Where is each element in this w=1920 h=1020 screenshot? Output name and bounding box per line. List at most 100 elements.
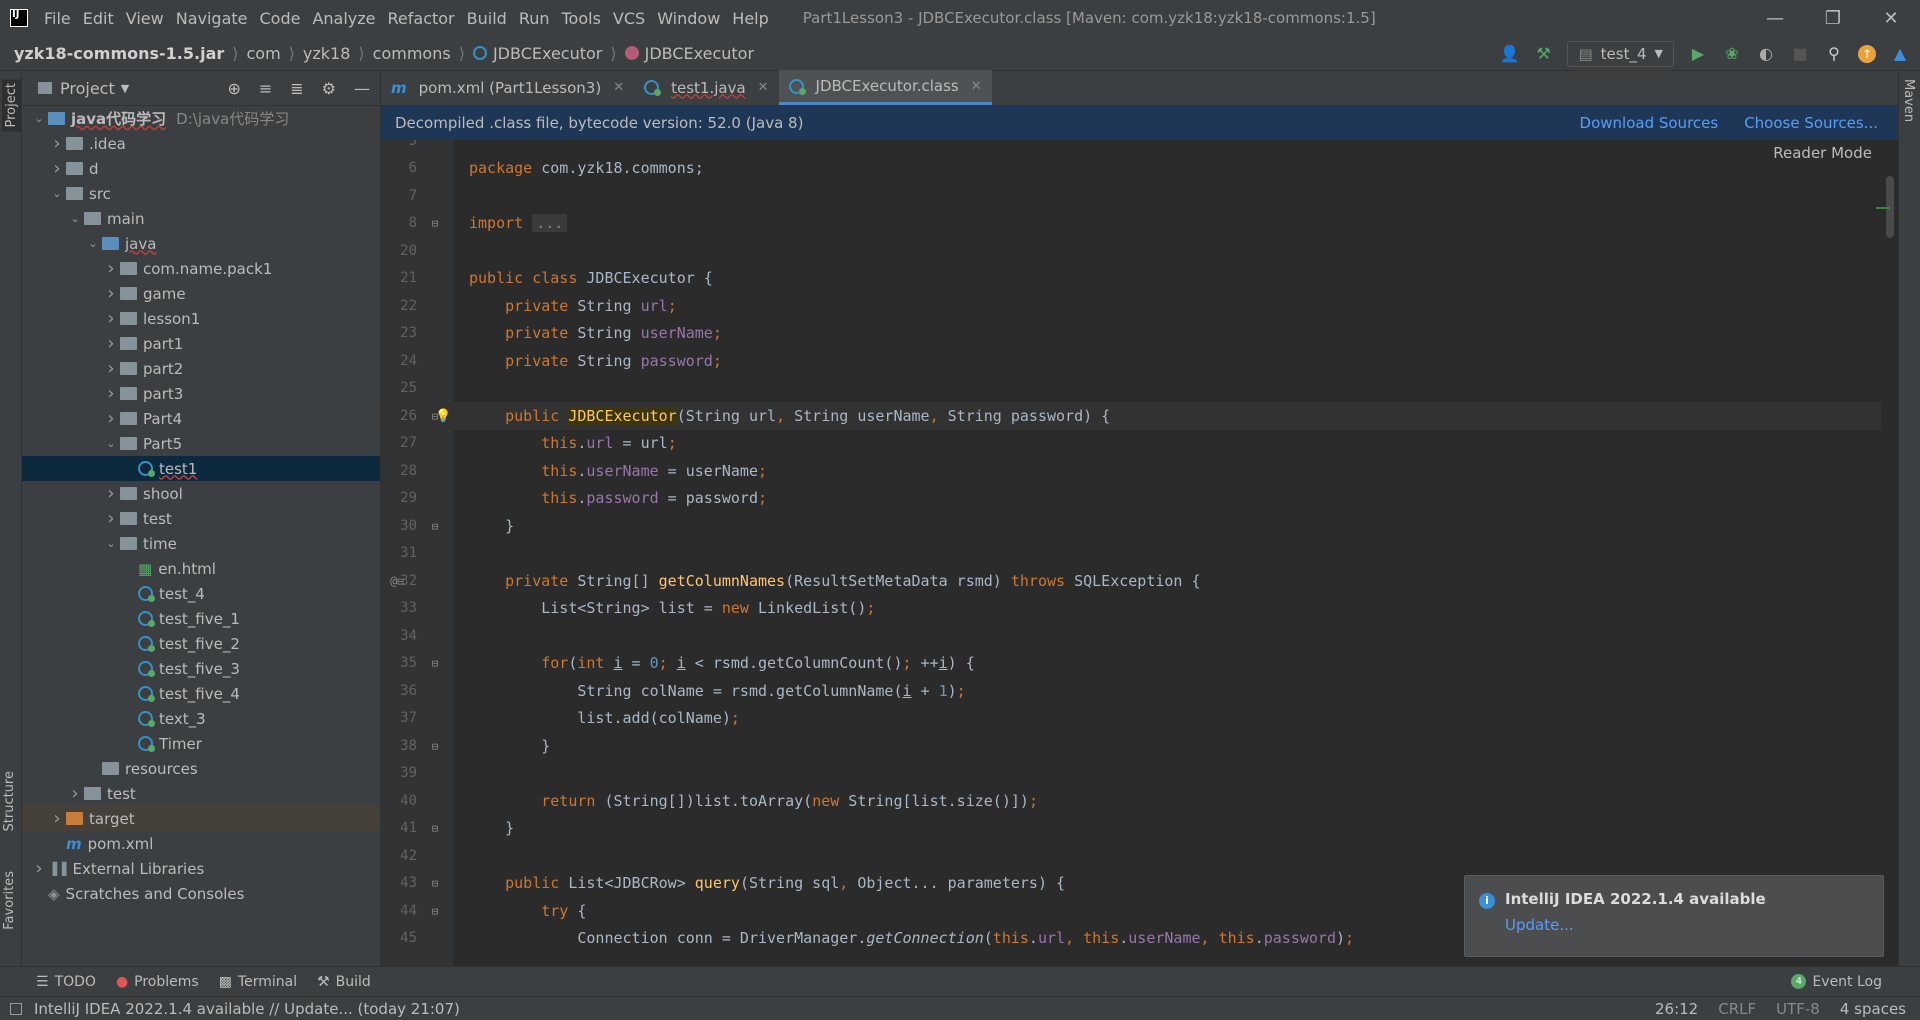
tree-item-package[interactable]: › test	[22, 506, 380, 531]
tree-item-package[interactable]: › lesson1	[22, 306, 380, 331]
breadcrumb-item[interactable]: JDBCExecutor	[472, 44, 602, 63]
chevron-right-icon[interactable]: ›	[102, 258, 120, 279]
chevron-down-icon[interactable]: ▼	[121, 82, 129, 95]
line-separator[interactable]: CRLF	[1718, 1000, 1756, 1018]
build-tool[interactable]: ⚒ Build	[317, 974, 371, 990]
chevron-right-icon[interactable]: ›	[66, 783, 84, 804]
tree-item-package[interactable]: ⌄ Part5	[22, 431, 380, 456]
chevron-down-icon[interactable]: ⌄	[102, 437, 120, 450]
menu-tools[interactable]: Tools	[556, 9, 607, 28]
tree-item-folder[interactable]: ⌄ src	[22, 181, 380, 206]
plugin-icon[interactable]: ▲	[1890, 44, 1910, 64]
event-log-tool[interactable]: 4 Event Log	[1791, 974, 1882, 990]
gear-icon[interactable]: ⚙	[322, 79, 336, 98]
tree-item-folder[interactable]: › .idea	[22, 131, 380, 156]
menu-refactor[interactable]: Refactor	[382, 9, 461, 28]
chevron-right-icon[interactable]: ›	[48, 158, 66, 179]
todo-tool[interactable]: ☰ TODO	[36, 974, 96, 990]
menu-build[interactable]: Build	[461, 9, 513, 28]
chevron-right-icon[interactable]: ›	[48, 133, 66, 154]
breadcrumb-item[interactable]: commons	[373, 44, 451, 63]
fold-icon[interactable]: ⊟	[432, 217, 439, 230]
tree-item-folder[interactable]: ⌄ main	[22, 206, 380, 231]
fold-icon[interactable]: ⊟	[432, 905, 439, 918]
chevron-right-icon[interactable]: ›	[48, 808, 66, 829]
build-hammer-icon[interactable]: ⚒	[1533, 44, 1553, 64]
breadcrumb-item[interactable]: yzk18	[303, 44, 351, 63]
stop-icon[interactable]: ■	[1790, 44, 1810, 64]
code-editor[interactable]: 5 6 package com.yzk18.commons; 7 8 ⊟ import ..…	[381, 140, 1898, 966]
fold-icon[interactable]: ⊟	[432, 877, 439, 890]
menu-code[interactable]: Code	[254, 9, 307, 28]
menu-view[interactable]: View	[120, 9, 170, 28]
debug-icon[interactable]: ❀	[1722, 44, 1742, 64]
chevron-down-icon[interactable]: ⌄	[84, 237, 102, 250]
fold-icon[interactable]: ⊟	[432, 520, 439, 533]
menu-edit[interactable]: Edit	[77, 9, 120, 28]
close-icon[interactable]: ✕	[758, 80, 769, 95]
menu-window[interactable]: Window	[651, 9, 726, 28]
editor-tab[interactable]: JDBCExecutor.class ✕	[778, 70, 992, 105]
status-message[interactable]: IntelliJ IDEA 2022.1.4 available // Upda…	[34, 1000, 460, 1018]
fold-icon[interactable]: ⊟	[397, 575, 404, 588]
tree-item-package[interactable]: ⌄ time	[22, 531, 380, 556]
tree-item-package[interactable]: › shool	[22, 481, 380, 506]
fold-icon[interactable]: ⊟	[432, 822, 439, 835]
file-encoding[interactable]: UTF-8	[1776, 1000, 1820, 1018]
hide-icon[interactable]: —	[354, 79, 370, 98]
minimize-button[interactable]: —	[1746, 0, 1804, 36]
tree-item-scratch[interactable]: ◈ Scratches and Consoles	[22, 881, 380, 906]
tree-item-lib[interactable]: › ▐▐ External Libraries	[22, 856, 380, 881]
tree-item-class[interactable]: Timer	[22, 731, 380, 756]
chevron-right-icon[interactable]: ›	[102, 483, 120, 504]
problems-tool[interactable]: ● Problems	[116, 974, 199, 990]
chevron-right-icon[interactable]: ›	[102, 508, 120, 529]
chevron-right-icon[interactable]: ›	[102, 283, 120, 304]
collapse-all-icon[interactable]: ≣	[290, 79, 303, 98]
tree-item-html[interactable]: ▦ en.html	[22, 556, 380, 581]
tree-item-module[interactable]: ⌄ java代码学习 D:\java代码学习	[22, 106, 380, 131]
chevron-down-icon[interactable]: ⌄	[30, 112, 48, 125]
fold-icon[interactable]: ⊟	[432, 657, 439, 670]
close-icon[interactable]: ✕	[613, 80, 624, 95]
breadcrumb-item[interactable]: com	[247, 44, 281, 63]
tree-item-package[interactable]: › Part4	[22, 406, 380, 431]
project-panel-title[interactable]: Project	[60, 79, 115, 98]
search-icon[interactable]: ⚲	[1824, 44, 1844, 64]
chevron-right-icon[interactable]: ›	[102, 308, 120, 329]
breadcrumb-item[interactable]: JDBCExecutor	[624, 44, 754, 63]
tree-item-class[interactable]: test_4	[22, 581, 380, 606]
menu-run[interactable]: Run	[513, 9, 556, 28]
lightbulb-icon[interactable]: 💡	[435, 409, 451, 424]
tree-item-package[interactable]: › part1	[22, 331, 380, 356]
user-icon[interactable]: 👤	[1499, 44, 1520, 64]
menu-analyze[interactable]: Analyze	[306, 9, 381, 28]
tree-item-class[interactable]: test_five_3	[22, 656, 380, 681]
menu-help[interactable]: Help	[726, 9, 774, 28]
tree-item-src[interactable]: ⌄ java	[22, 231, 380, 256]
tree-item-class[interactable]: test_five_2	[22, 631, 380, 656]
coverage-icon[interactable]: ◐	[1756, 44, 1776, 64]
tree-item-target[interactable]: › target	[22, 806, 380, 831]
tree-item-maven[interactable]: m pom.xml	[22, 831, 380, 856]
reader-mode-toggle[interactable]: Reader Mode	[1773, 144, 1872, 162]
fold-icon[interactable]: ⊟	[432, 740, 439, 753]
chevron-right-icon[interactable]: ›	[102, 408, 120, 429]
editor-tab[interactable]: test1.java ✕	[634, 70, 778, 105]
chevron-down-icon[interactable]: ⌄	[66, 212, 84, 225]
chevron-down-icon[interactable]: ⌄	[102, 537, 120, 550]
download-sources-link[interactable]: Download Sources	[1580, 114, 1719, 132]
chevron-down-icon[interactable]: ⌄	[48, 187, 66, 200]
tree-item-package[interactable]: › game	[22, 281, 380, 306]
choose-sources-link[interactable]: Choose Sources...	[1744, 114, 1878, 132]
breadcrumb-item[interactable]: yzk18-commons-1.5.jar	[14, 44, 224, 63]
editor-tab[interactable]: m pom.xml (Part1Lesson3) ✕	[381, 70, 634, 105]
tree-item-class[interactable]: test_five_4	[22, 681, 380, 706]
menu-navigate[interactable]: Navigate	[170, 9, 254, 28]
tree-item-class[interactable]: text_3	[22, 706, 380, 731]
tool-tab-maven[interactable]: Maven	[1901, 79, 1916, 122]
tree-item-package[interactable]: › part3	[22, 381, 380, 406]
tree-item-folder[interactable]: › test	[22, 781, 380, 806]
run-icon[interactable]: ▶	[1688, 44, 1708, 64]
tree-item-package[interactable]: › part2	[22, 356, 380, 381]
